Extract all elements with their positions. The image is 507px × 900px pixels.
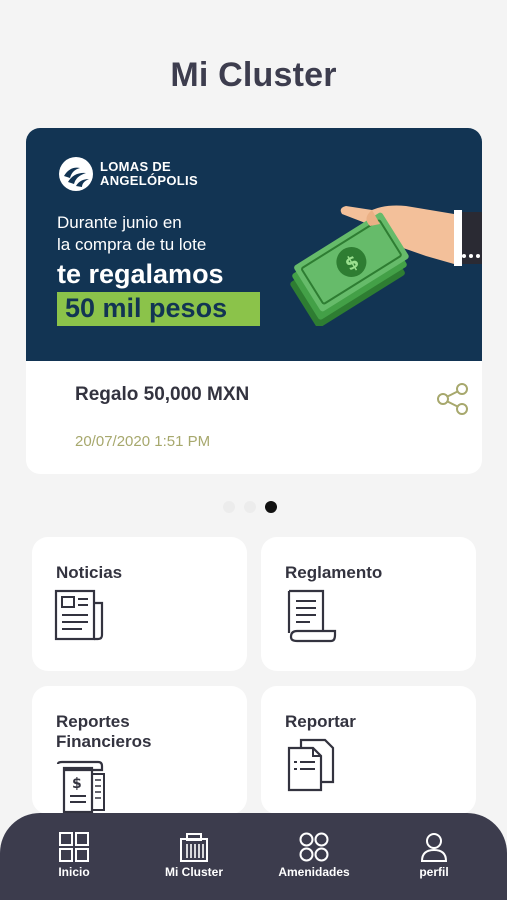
nav-label: Mi Cluster [164,865,223,879]
nav-item-amenidades[interactable]: Amenidades [269,831,359,879]
building-icon [180,833,208,862]
tile-label: Noticias [56,563,123,582]
promo-amount: 50 mil pesos [57,292,260,326]
bottom-nav: Inicio Mi Cluster Amenidades perfil [0,813,507,900]
post-date: 20/07/2020 1:51 PM [75,433,211,450]
svg-text:$: $ [72,776,82,792]
documents-icon [287,738,335,792]
hand-money-illustration: $ [290,205,482,326]
scroll-document-icon [287,589,337,643]
tile-reglamento[interactable]: Reglamento [261,537,476,671]
tile-label: Reportes Financieros [56,712,152,751]
carousel-indicators [223,501,277,513]
promo-banner[interactable]: LOMAS DE ANGELÓPOLIS Durante junio en la… [26,128,482,361]
nav-label: Inicio [58,865,90,879]
lomas-logo-icon [59,157,93,191]
carousel-dot[interactable] [244,501,256,513]
share-icon[interactable] [436,382,470,416]
nav-label: Amenidades [278,865,350,879]
tile-reportar[interactable]: Reportar [261,686,476,814]
promo-line-1: Durante junio en [57,213,182,232]
brand-name: LOMAS DE ANGELÓPOLIS [100,159,198,188]
financial-receipt-icon: $ [56,760,105,814]
nav-label: perfil [419,865,449,879]
tile-label: Reportar [285,712,356,731]
announcement-card[interactable]: LOMAS DE ANGELÓPOLIS Durante junio en la… [26,128,482,474]
circles-icon [299,832,329,862]
promo-line-2: la compra de tu lote [57,235,207,254]
user-icon [420,833,448,862]
promo-highlight: te regalamos [57,259,224,289]
tile-reportes-financieros[interactable]: Reportes Financieros $ [32,686,247,814]
page-title: Mi Cluster [170,56,337,94]
brand: LOMAS DE ANGELÓPOLIS [58,156,210,192]
post-title: Regalo 50,000 MXN [75,384,250,405]
carousel-dot-active[interactable] [265,501,277,513]
tile-label: Reglamento [285,563,383,582]
carousel-dot[interactable] [223,501,235,513]
tile-noticias[interactable]: Noticias [32,537,247,671]
nav-item-inicio[interactable]: Inicio [29,831,119,879]
grid-icon [59,832,89,862]
nav-item-perfil[interactable]: perfil [389,831,479,879]
newspaper-icon [54,589,104,641]
nav-item-mi-cluster[interactable]: Mi Cluster [149,831,239,879]
